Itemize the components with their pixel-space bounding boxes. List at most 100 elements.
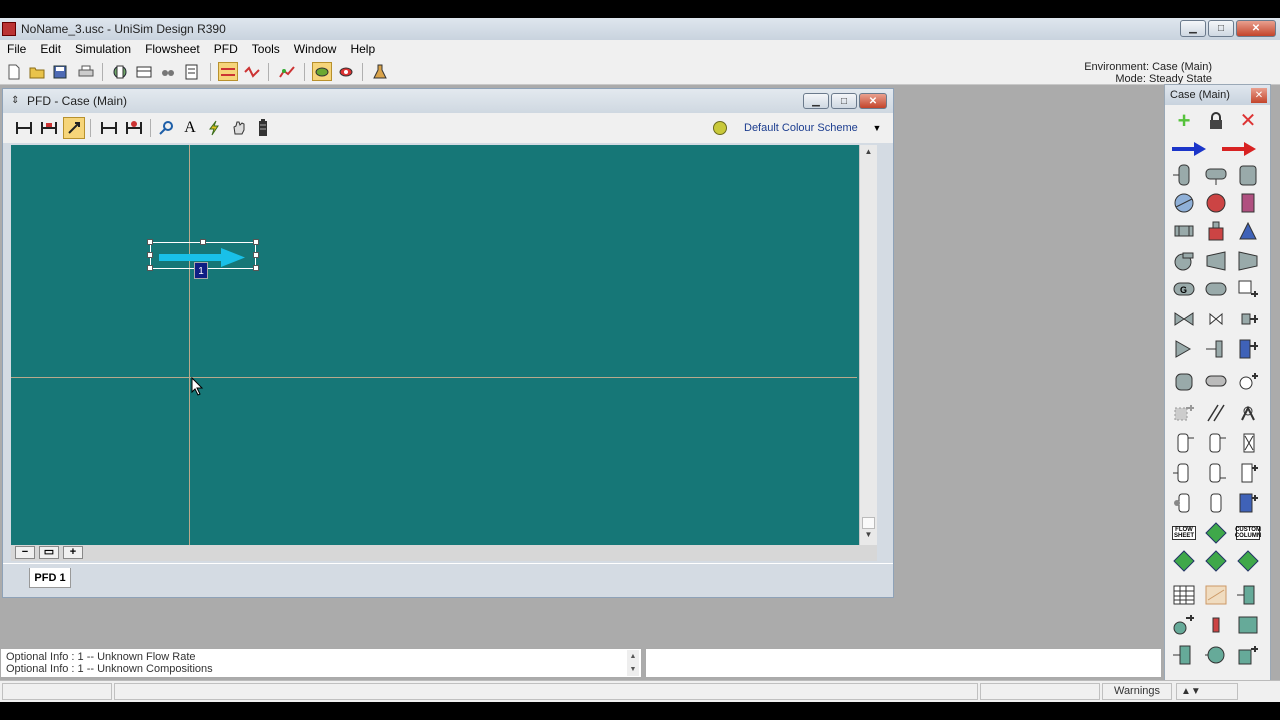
save-case-icon[interactable]	[50, 62, 70, 81]
hand-pan-icon[interactable]	[228, 117, 250, 139]
custom-column-button[interactable]: CUSTOM COLUMN	[1234, 521, 1262, 545]
battery-icon[interactable]	[252, 117, 274, 139]
liquid-liquid-extractor-icon[interactable]	[1234, 461, 1262, 485]
selection-handle[interactable]	[253, 265, 259, 271]
chevron-down-icon[interactable]: ▼	[871, 123, 883, 133]
sub-flowsheet-button[interactable]: FLOW SHEET	[1170, 521, 1198, 545]
mixer-icon[interactable]	[1170, 337, 1198, 361]
menu-tools[interactable]: Tools	[245, 42, 287, 56]
logic-pid-icon[interactable]	[1202, 549, 1230, 573]
pfd-attach-mode-icon[interactable]	[63, 117, 85, 139]
tank-icon[interactable]	[1234, 163, 1262, 187]
heat-exchanger-icon[interactable]	[1170, 191, 1198, 215]
menu-window[interactable]: Window	[287, 42, 344, 56]
basis-manager-icon[interactable]	[110, 62, 130, 81]
close-button[interactable]: ✕	[1236, 20, 1276, 37]
spreadsheet-icon[interactable]	[1170, 583, 1198, 607]
menu-help[interactable]: Help	[343, 42, 382, 56]
selection-handle[interactable]	[253, 252, 259, 258]
energy-stream-icon[interactable]	[1220, 137, 1260, 161]
lock-icon[interactable]	[1202, 109, 1230, 133]
colour-scheme-icon[interactable]	[713, 121, 727, 135]
integrator-icon[interactable]	[1170, 643, 1198, 667]
controller-block-icon[interactable]	[1234, 613, 1262, 637]
zoom-out-button[interactable]: −	[15, 546, 35, 559]
conversion-reactor-icon[interactable]	[1234, 369, 1262, 393]
logic-selector-icon[interactable]	[1170, 549, 1198, 573]
material-stream-icon[interactable]	[1170, 137, 1210, 161]
pfd-break-connection-icon[interactable]	[123, 117, 145, 139]
palette-close-icon[interactable]: ✕	[1251, 87, 1267, 103]
maximize-button[interactable]: □	[1208, 20, 1234, 37]
pfd-title-bar[interactable]: ⇕ PFD - Case (Main) ▁ □ ✕	[3, 89, 893, 113]
short-cut-column-icon[interactable]	[1170, 491, 1198, 515]
databook-icon[interactable]	[182, 62, 202, 81]
pfr-icon[interactable]	[1202, 369, 1230, 393]
add-icon[interactable]: +	[1170, 109, 1198, 133]
steady-state-icon[interactable]	[312, 62, 332, 81]
generator-icon[interactable]: G	[1170, 277, 1198, 301]
cooler-icon[interactable]	[1202, 191, 1230, 215]
info-scrollbar[interactable]: ▲ ▼	[627, 650, 639, 676]
air-cooler-icon[interactable]	[1234, 219, 1262, 243]
reactor-icon[interactable]	[1170, 369, 1198, 393]
pfd-minimize-button[interactable]: ▁	[803, 93, 829, 109]
palette-title-bar[interactable]: Case (Main) ✕	[1165, 85, 1270, 105]
logic-mpc-icon[interactable]	[1234, 549, 1262, 573]
zoom-icon[interactable]	[155, 117, 177, 139]
digital-point-icon[interactable]	[1170, 613, 1198, 637]
zoom-fit-button[interactable]: ▭	[39, 546, 59, 559]
scroll-arrows-icon[interactable]: ▲▼	[1176, 683, 1238, 700]
heater-icon[interactable]	[1234, 191, 1262, 215]
add-text-icon[interactable]: A	[179, 117, 201, 139]
expander-icon[interactable]	[1234, 249, 1262, 273]
menu-pfd[interactable]: PFD	[207, 42, 245, 56]
component-splitter-icon[interactable]	[1234, 337, 1262, 361]
recycle-icon[interactable]	[1170, 401, 1198, 425]
split-view-icon[interactable]	[242, 62, 262, 81]
set-operation-icon[interactable]	[1202, 401, 1230, 425]
boolean-logic-icon[interactable]	[1234, 583, 1262, 607]
shell-tube-exchanger-icon[interactable]	[1170, 219, 1198, 243]
menu-file[interactable]: File	[0, 42, 33, 56]
colour-scheme-dropdown[interactable]: Default Colour Scheme ▼	[739, 118, 883, 137]
logic-diamond-icon[interactable]	[1202, 521, 1230, 545]
pfd-move-mode-icon[interactable]	[38, 117, 60, 139]
tab-pfd-1[interactable]: PFD 1	[29, 568, 71, 588]
pfd-auto-position-icon[interactable]	[98, 117, 120, 139]
selection-handle[interactable]	[147, 265, 153, 271]
custom-operation-icon[interactable]	[1234, 277, 1262, 301]
valve-icon[interactable]	[1170, 307, 1198, 331]
reboiled-absorber-icon[interactable]	[1202, 431, 1230, 455]
scroll-thumb[interactable]	[862, 517, 875, 529]
flask-icon[interactable]	[370, 62, 390, 81]
surge-controller-icon[interactable]	[1234, 643, 1262, 667]
three-phase-column-icon[interactable]	[1202, 461, 1230, 485]
absorber-icon[interactable]	[1170, 431, 1198, 455]
menu-simulation[interactable]: Simulation	[68, 42, 138, 56]
warnings-button[interactable]: Warnings	[1102, 683, 1172, 700]
scroll-down-icon[interactable]: ▼	[862, 530, 875, 543]
cause-effect-icon[interactable]	[1202, 613, 1230, 637]
menu-flowsheet[interactable]: Flowsheet	[138, 42, 207, 56]
delete-icon[interactable]: ✕	[1234, 109, 1262, 133]
new-case-icon[interactable]	[4, 62, 24, 81]
special-column-icon[interactable]	[1234, 491, 1262, 515]
pfd-toggle-icon[interactable]	[218, 62, 238, 81]
pfd-size-mode-icon[interactable]	[13, 117, 35, 139]
three-phase-separator-icon[interactable]	[1202, 163, 1230, 187]
relief-valve-icon[interactable]	[1202, 307, 1230, 331]
pump-icon[interactable]	[1170, 249, 1198, 273]
print-icon[interactable]	[76, 62, 96, 81]
pfd-close-button[interactable]: ✕	[859, 93, 887, 109]
fired-heater-icon[interactable]	[1202, 219, 1230, 243]
selection-handle[interactable]	[200, 239, 206, 245]
selection-handle[interactable]	[147, 239, 153, 245]
lightning-icon[interactable]	[203, 117, 225, 139]
pfd-canvas[interactable]: 1 ▲ ▼	[11, 145, 877, 545]
pipe-segment-icon[interactable]	[1234, 307, 1262, 331]
selection-handle[interactable]	[147, 252, 153, 258]
minimize-button[interactable]: ▁	[1180, 20, 1206, 37]
refluxed-absorber-icon[interactable]	[1170, 461, 1198, 485]
trends-icon[interactable]	[277, 62, 297, 81]
